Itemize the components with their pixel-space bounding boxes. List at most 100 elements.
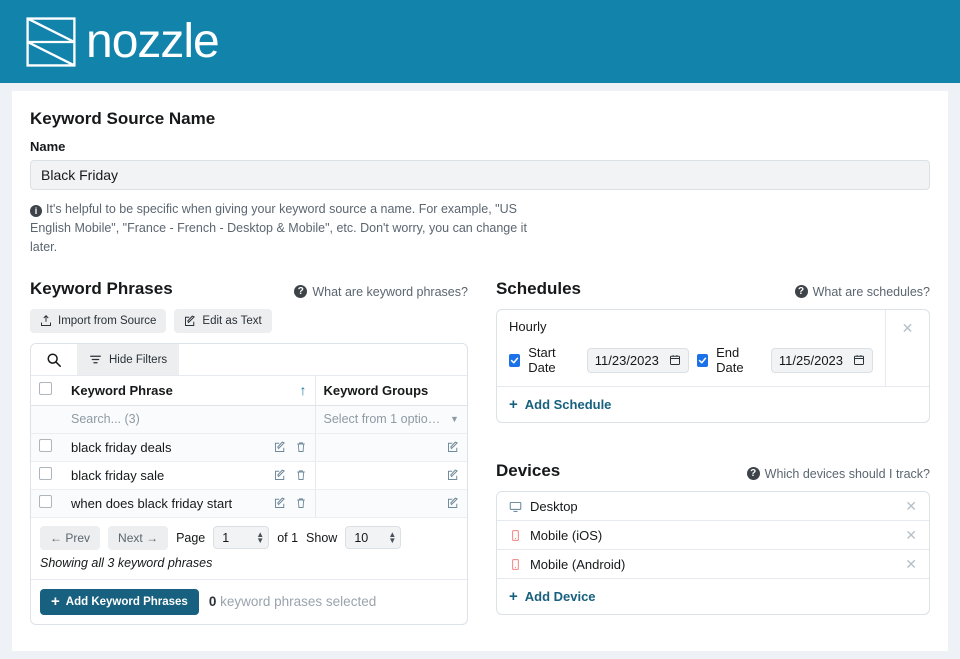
row-groups-cell — [314, 461, 467, 490]
import-from-source-button[interactable]: Import from Source — [30, 309, 167, 333]
devices-title: Devices — [495, 461, 561, 480]
hide-filters-button[interactable]: Hide Filters — [77, 344, 180, 375]
start-date-label: Start Date — [528, 345, 556, 375]
keyword-phrases-toolbar: Import from Source Edit as Text — [30, 309, 468, 333]
keyword-phrase-column-header[interactable]: Keyword Phrase ↑ — [63, 376, 315, 406]
add-schedule-label: Add Schedule — [524, 397, 612, 412]
row-phrase-cell: when does black friday start — [63, 489, 315, 518]
add-schedule-button[interactable]: + Add Schedule — [496, 386, 929, 422]
stepper-down-icon: ▼ — [388, 535, 397, 545]
remove-device-button[interactable]: ✕ — [905, 498, 917, 515]
hide-filters-label: Hide Filters — [109, 353, 168, 366]
search-icon — [47, 352, 61, 367]
keyword-phrases-help-link[interactable]: ? What are keyword phrases? — [294, 285, 468, 299]
pagination-controls: ← Prev Next → Page ▲ ▼ — [31, 518, 467, 550]
start-date-input[interactable]: 11/23/2023 — [586, 347, 689, 373]
page-stepper-arrows[interactable]: ▲ ▼ — [256, 530, 264, 544]
check-icon — [698, 357, 707, 363]
remove-schedule-button[interactable]: ✕ — [885, 310, 929, 386]
devices-panel: Desktop ✕ Mobile (iOS) ✕ Mobile (Android… — [495, 491, 930, 615]
remove-device-button[interactable]: ✕ — [905, 527, 917, 544]
keyword-phrases-table: Keyword Phrase ↑ Keyword Groups Search..… — [31, 376, 467, 518]
end-date-input[interactable]: 11/25/2023 — [770, 347, 874, 373]
prev-page-button[interactable]: ← Prev — [40, 525, 101, 550]
info-circle-icon: i — [30, 205, 42, 217]
row-groups-edit-icon[interactable] — [447, 497, 459, 509]
keyword-phrase-search-cell[interactable]: Search... (3) — [63, 405, 315, 434]
chevron-down-icon: ▼ — [450, 414, 459, 424]
start-date-value: 11/23/2023 — [594, 352, 659, 368]
devices-help-link[interactable]: ? Which devices should I track? — [746, 467, 930, 481]
next-page-button[interactable]: Next → — [108, 525, 169, 550]
schedules-help-link[interactable]: ? What are schedules? — [794, 285, 930, 299]
remove-device-button[interactable]: ✕ — [905, 556, 917, 573]
row-phrase-text: when does black friday start — [71, 495, 233, 511]
keyword-source-name-input[interactable] — [30, 160, 930, 190]
devices-header: Devices ? Which devices should I track? — [496, 461, 930, 481]
schedule-date-row: Start Date 11/23/2023 End Date 11/25/202… — [508, 345, 874, 375]
page-number-stepper[interactable]: ▲ ▼ — [213, 526, 270, 549]
row-delete-icon[interactable] — [295, 497, 307, 509]
keyword-phrases-section: Keyword Phrases ? What are keyword phras… — [30, 279, 468, 625]
desktop-monitor-icon — [509, 500, 522, 513]
row-edit-icon[interactable] — [274, 497, 286, 509]
schedule-item: Hourly Start Date 11/23/2023 End Date 11… — [497, 310, 929, 386]
selected-count-value: 0 — [208, 594, 217, 609]
search-toggle-button[interactable] — [31, 344, 77, 375]
row-groups-edit-icon[interactable] — [447, 469, 459, 481]
brand-name: nozzle — [86, 14, 220, 68]
calendar-icon — [669, 355, 680, 365]
arrow-right-icon: → — [146, 530, 159, 545]
right-column: Schedules ? What are schedules? Hourly S… — [495, 279, 930, 625]
row-checkbox[interactable] — [39, 467, 52, 480]
pencil-square-icon — [185, 315, 196, 326]
plus-icon: + — [508, 587, 518, 605]
sort-ascending-icon: ↑ — [299, 382, 307, 399]
row-checkbox[interactable] — [39, 439, 52, 452]
mobile-phone-icon — [509, 558, 522, 571]
add-device-label: Add Device — [524, 589, 596, 604]
start-date-checkbox[interactable] — [508, 353, 521, 367]
page-number-input[interactable] — [222, 530, 245, 545]
page-size-stepper-arrows[interactable]: ▲ ▼ — [388, 530, 397, 545]
row-delete-icon[interactable] — [295, 469, 307, 481]
page-size-stepper[interactable]: ▲ ▼ — [345, 526, 402, 549]
page-size-input[interactable] — [354, 530, 377, 545]
edit-as-text-button[interactable]: Edit as Text — [174, 309, 272, 333]
row-edit-icon[interactable] — [274, 441, 286, 453]
check-icon — [510, 357, 519, 363]
brand-logo[interactable]: nozzle — [24, 14, 220, 69]
end-date-checkbox[interactable] — [696, 353, 709, 367]
table-row[interactable]: black friday deals — [31, 433, 467, 462]
select-all-checkbox[interactable] — [39, 382, 52, 396]
device-item-mobile-ios: Mobile (iOS) ✕ — [496, 521, 929, 550]
name-help-text: i It's helpful to be specific when giving… — [30, 200, 550, 257]
keyword-groups-column-header[interactable]: Keyword Groups — [314, 376, 467, 406]
row-select-cell — [31, 489, 63, 518]
row-edit-icon[interactable] — [274, 469, 286, 481]
row-delete-icon[interactable] — [295, 441, 307, 453]
table-header-row: Keyword Phrase ↑ Keyword Groups — [31, 376, 467, 406]
row-checkbox[interactable] — [39, 495, 52, 508]
select-all-header — [31, 376, 63, 406]
table-row[interactable]: when does black friday start — [31, 489, 467, 518]
table-filter-bar: Hide Filters — [31, 344, 467, 376]
add-device-button[interactable]: + Add Device — [497, 579, 929, 614]
keyword-groups-select-label: Select from 1 optio… — [323, 412, 441, 426]
question-circle-icon: ? — [746, 467, 760, 480]
keyword-groups-select-cell[interactable]: Select from 1 optio… ▼ — [314, 405, 467, 434]
add-keyword-phrases-button[interactable]: + Add Keyword Phrases — [40, 588, 199, 615]
device-item-mobile-android: Mobile (Android) ✕ — [496, 550, 929, 579]
schedules-panel: Hourly Start Date 11/23/2023 End Date 11… — [495, 309, 930, 423]
keyword-phrases-title: Keyword Phrases — [30, 279, 173, 298]
filter-row-spacer — [31, 405, 63, 434]
arrow-left-icon: ← — [50, 530, 62, 545]
keyword-phrases-table-card: Hide Filters Keyword Phrase ↑ Keyword Gr… — [30, 343, 468, 625]
import-from-source-label: Import from Source — [58, 315, 157, 327]
device-label: Mobile (iOS) — [529, 527, 603, 543]
name-field-label: Name — [30, 139, 66, 154]
table-row[interactable]: black friday sale — [31, 461, 467, 490]
row-groups-edit-icon[interactable] — [447, 441, 459, 453]
main-columns: Keyword Phrases ? What are keyword phras… — [30, 279, 930, 625]
row-groups-cell — [314, 489, 467, 518]
